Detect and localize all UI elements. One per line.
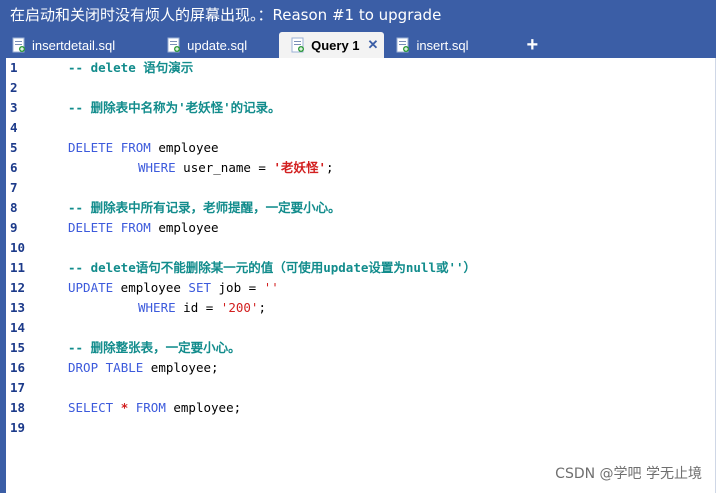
tab-insertdetail[interactable]: insertdetail.sql — [0, 32, 121, 58]
code-line[interactable]: 5 DELETE FROM employee — [6, 138, 716, 158]
code-token: DELETE — [68, 220, 121, 235]
line-number: 13 — [10, 300, 26, 315]
code-text: -- 删除表中所有记录，老师提醒，一定要小心。 — [68, 198, 341, 218]
line-number: 17 — [10, 380, 26, 395]
code-token: -- 删除整张表，一定要小心。 — [68, 340, 241, 355]
line-number: 5 — [10, 140, 18, 155]
line-number: 7 — [10, 180, 18, 195]
line-number: 3 — [10, 100, 18, 115]
code-token: WHERE — [138, 160, 176, 175]
tab-label: update.sql — [187, 37, 248, 53]
line-number: 4 — [10, 120, 18, 135]
sql-file-icon — [167, 37, 181, 53]
code-token: SET — [188, 280, 211, 295]
line-number: 1 — [10, 60, 18, 75]
line-number: 6 — [10, 160, 18, 175]
code-text: SELECT * FROM employee; — [68, 398, 241, 418]
code-text: DELETE FROM employee — [68, 218, 219, 238]
line-number: 2 — [10, 80, 18, 95]
code-token: TABLE — [105, 360, 144, 375]
code-text: -- 删除表中名称为'老妖怪'的记录。 — [68, 98, 281, 118]
code-text: DROP TABLE employee; — [68, 358, 219, 378]
tab-label: Query 1 — [311, 37, 360, 53]
code-token: employee; — [165, 400, 242, 415]
code-token: FROM — [120, 140, 151, 155]
code-token: -- delete 语句演示 — [68, 60, 194, 75]
code-line[interactable]: 16 DROP TABLE employee; — [6, 358, 716, 378]
code-token: job = — [211, 280, 264, 295]
code-token: ; — [258, 300, 266, 315]
line-number: 11 — [10, 260, 26, 275]
close-icon[interactable]: ✕ — [368, 37, 379, 53]
code-line[interactable]: 10 — [6, 238, 716, 258]
code-line[interactable]: 1 -- delete 语句演示 — [6, 58, 716, 78]
code-token: -- delete语句不能删除某一元的值（可使用update设置为null或''… — [68, 260, 477, 275]
line-number: 8 — [10, 200, 18, 215]
code-token: employee — [150, 220, 219, 235]
line-number: 16 — [10, 360, 26, 375]
code-token: WHERE — [138, 300, 176, 315]
code-text: WHERE id = '200'; — [68, 298, 266, 318]
title-bar: 在启动和关闭时没有烦人的屏幕出现。：Reason #1 to upgrade — [0, 0, 716, 32]
line-number: 18 — [10, 400, 26, 415]
line-number: 15 — [10, 340, 26, 355]
sql-file-icon — [12, 37, 26, 53]
tab-bar: insertdetail.sql update.sql Query 1 ✕ in… — [0, 32, 716, 58]
sql-file-icon — [396, 37, 410, 53]
code-token: user_name = — [175, 160, 274, 175]
code-token: FROM — [120, 220, 151, 235]
code-token: UPDATE — [68, 280, 114, 295]
code-token: employee; — [143, 360, 219, 375]
code-token: employee — [113, 280, 189, 295]
code-text: -- 删除整张表，一定要小心。 — [68, 338, 241, 358]
code-token: SELECT — [68, 400, 121, 415]
code-token: FROM — [128, 400, 166, 415]
tab-update[interactable]: update.sql — [155, 32, 253, 58]
code-text: UPDATE employee SET job = '' — [68, 278, 279, 298]
line-number: 12 — [10, 280, 26, 295]
code-token: ; — [326, 160, 334, 175]
code-line[interactable]: 18 SELECT * FROM employee; — [6, 398, 716, 418]
code-text: WHERE user_name = '老妖怪'; — [68, 158, 334, 178]
code-token: DELETE — [68, 140, 121, 155]
line-number: 14 — [10, 320, 26, 335]
watermark: CSDN @学吧 学无止境 — [555, 466, 702, 482]
code-line[interactable]: 9 DELETE FROM employee — [6, 218, 716, 238]
code-line[interactable]: 8 -- 删除表中所有记录，老师提醒，一定要小心。 — [6, 198, 716, 218]
line-number: 19 — [10, 420, 26, 435]
code-text: -- delete 语句演示 — [68, 58, 193, 78]
code-line[interactable]: 12 UPDATE employee SET job = '' — [6, 278, 716, 298]
code-token: id = — [175, 300, 221, 315]
code-line[interactable]: 17 — [6, 378, 716, 398]
code-line[interactable]: 14 — [6, 318, 716, 338]
code-line[interactable]: 7 — [6, 178, 716, 198]
code-line[interactable]: 2 — [6, 78, 716, 98]
code-token: '老妖怪' — [273, 160, 327, 175]
code-line[interactable]: 4 — [6, 118, 716, 138]
code-line[interactable]: 3 -- 删除表中名称为'老妖怪'的记录。 — [6, 98, 716, 118]
line-number: 10 — [10, 240, 26, 255]
code-token: '' — [263, 280, 279, 295]
sql-file-icon — [291, 37, 305, 53]
code-token: employee — [150, 140, 219, 155]
code-text: DELETE FROM employee — [68, 138, 219, 158]
code-line[interactable]: 11 -- delete语句不能删除某一元的值（可使用update设置为null或… — [6, 258, 716, 278]
add-tab-button[interactable]: + — [474, 32, 544, 58]
code-token: DROP — [68, 360, 106, 375]
code-line[interactable]: 15 -- 删除整张表，一定要小心。 — [6, 338, 716, 358]
code-line[interactable]: 6 WHERE user_name = '老妖怪'; — [6, 158, 716, 178]
code-token: -- 删除表中名称为'老妖怪'的记录。 — [68, 100, 281, 115]
code-line[interactable]: 19 — [6, 418, 716, 438]
tab-label: insertdetail.sql — [32, 37, 116, 53]
tab-insert[interactable]: insert.sql — [384, 32, 474, 58]
tab-query-1[interactable]: Query 1 ✕ — [279, 32, 385, 58]
code-token: '200' — [220, 300, 259, 315]
code-token: -- 删除表中所有记录，老师提醒，一定要小心。 — [68, 200, 341, 215]
tab-label: insert.sql — [416, 37, 469, 53]
sql-editor[interactable]: 1 -- delete 语句演示 2 3 -- 删除表中名称为'老妖怪'的记录。 4 5 DE… — [0, 58, 716, 493]
code-line[interactable]: 13 WHERE id = '200'; — [6, 298, 716, 318]
line-number: 9 — [10, 220, 18, 235]
code-text: -- delete语句不能删除某一元的值（可使用update设置为null或''… — [68, 258, 476, 278]
